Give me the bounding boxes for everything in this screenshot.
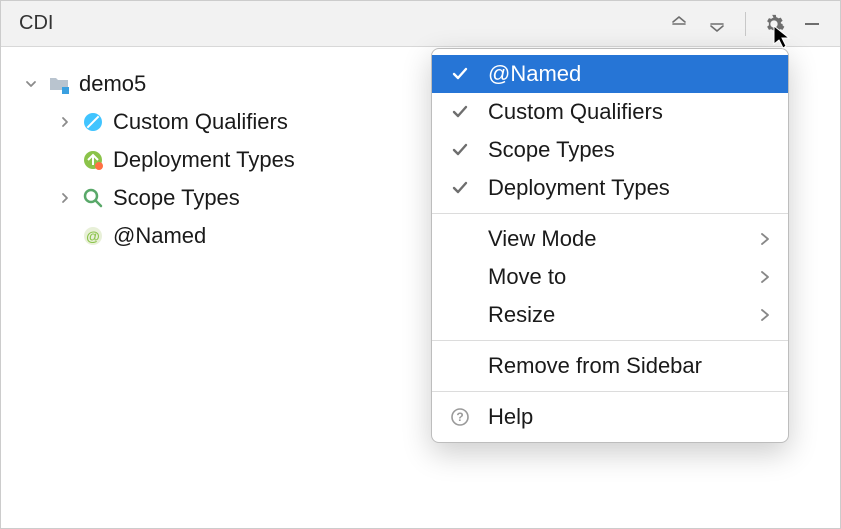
- settings-menu: @Named Custom Qualifiers Scope Types Dep…: [431, 48, 789, 443]
- minimize-button[interactable]: [796, 8, 828, 40]
- menu-item-label: View Mode: [488, 226, 760, 252]
- panel-title: CDI: [19, 12, 663, 35]
- menu-separator: [432, 391, 788, 392]
- scope-icon: [81, 186, 105, 210]
- menu-toggle-custom-qualifiers[interactable]: Custom Qualifiers: [432, 93, 788, 131]
- menu-item-label: Remove from Sidebar: [488, 353, 770, 379]
- toolbar-separator: [745, 12, 746, 36]
- menu-help[interactable]: ? Help: [432, 398, 788, 436]
- svg-text:?: ?: [456, 410, 463, 424]
- menu-toggle-deployment-types[interactable]: Deployment Types: [432, 169, 788, 207]
- chevron-right-icon: [760, 264, 770, 290]
- menu-item-label: Move to: [488, 264, 760, 290]
- tree-item-label: @Named: [113, 223, 206, 249]
- menu-item-label: Scope Types: [488, 137, 770, 163]
- qualifier-icon: [81, 110, 105, 134]
- check-icon: [432, 65, 488, 83]
- svg-text:@: @: [86, 228, 100, 244]
- expand-all-button[interactable]: [663, 8, 695, 40]
- chevron-right-icon: [760, 226, 770, 252]
- check-icon: [432, 179, 488, 197]
- help-icon: ?: [432, 407, 488, 427]
- tree-root-label: demo5: [79, 71, 146, 97]
- deployment-icon: [81, 148, 105, 172]
- menu-toggle-named[interactable]: @Named: [432, 55, 788, 93]
- menu-separator: [432, 340, 788, 341]
- menu-item-label: Help: [488, 404, 770, 430]
- tree-item-label: Deployment Types: [113, 147, 295, 173]
- folder-icon: [47, 72, 71, 96]
- at-icon: @: [81, 224, 105, 248]
- check-icon: [432, 103, 488, 121]
- menu-item-label: @Named: [488, 61, 770, 87]
- chevron-right-icon: [57, 116, 73, 128]
- menu-toggle-scope-types[interactable]: Scope Types: [432, 131, 788, 169]
- chevron-down-icon: [23, 78, 39, 90]
- check-icon: [432, 141, 488, 159]
- gear-icon: [763, 13, 785, 35]
- collapse-all-button[interactable]: [701, 8, 733, 40]
- menu-move-to[interactable]: Move to: [432, 258, 788, 296]
- menu-item-label: Deployment Types: [488, 175, 770, 201]
- settings-button[interactable]: [758, 8, 790, 40]
- chevron-right-icon: [57, 192, 73, 204]
- menu-separator: [432, 213, 788, 214]
- tree-item-label: Custom Qualifiers: [113, 109, 288, 135]
- toolbar: CDI: [1, 1, 840, 47]
- minimize-icon: [803, 15, 821, 33]
- menu-view-mode[interactable]: View Mode: [432, 220, 788, 258]
- menu-remove-from-sidebar[interactable]: Remove from Sidebar: [432, 347, 788, 385]
- menu-resize[interactable]: Resize: [432, 296, 788, 334]
- menu-item-label: Resize: [488, 302, 760, 328]
- toolbar-actions: [663, 8, 828, 40]
- chevron-right-icon: [760, 302, 770, 328]
- menu-item-label: Custom Qualifiers: [488, 99, 770, 125]
- tree-item-label: Scope Types: [113, 185, 240, 211]
